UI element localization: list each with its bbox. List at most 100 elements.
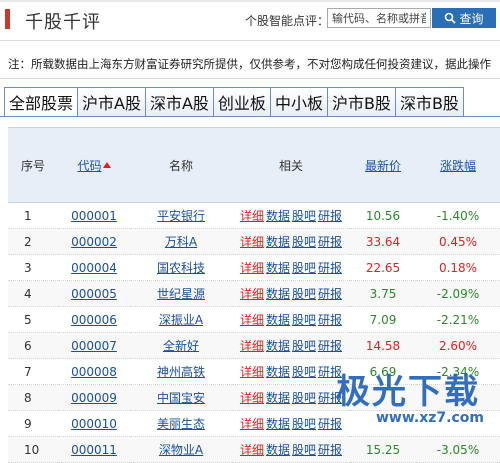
table-row: 7 000008 神州高铁 详细 数据 股吧 研报 6.69 -2.34% <box>8 358 500 385</box>
detail-link[interactable]: 详细 <box>240 209 264 223</box>
forum-link[interactable]: 股吧 <box>292 287 316 301</box>
search-input[interactable] <box>327 8 431 28</box>
data-link[interactable]: 数据 <box>266 417 290 431</box>
stock-name-link[interactable]: 中国宝安 <box>157 391 205 405</box>
header-related: 相关 <box>232 127 350 203</box>
research-link[interactable]: 研报 <box>318 313 342 327</box>
stock-code-link[interactable]: 000001 <box>71 209 117 223</box>
page-header: 千股千评 个股智能点评： 查询 <box>0 0 500 40</box>
detail-link[interactable]: 详细 <box>240 443 264 457</box>
data-link[interactable]: 数据 <box>266 261 290 275</box>
stock-name-link[interactable]: 万科A <box>165 235 197 249</box>
header-divider <box>0 40 500 41</box>
data-link[interactable]: 数据 <box>266 235 290 249</box>
tab-2[interactable]: 深市A股 <box>144 87 213 117</box>
tab-4[interactable]: 中小板 <box>269 87 327 117</box>
forum-link[interactable]: 股吧 <box>292 443 316 457</box>
change-cell <box>416 410 500 437</box>
data-link[interactable]: 数据 <box>266 313 290 327</box>
research-link[interactable]: 研报 <box>318 417 342 431</box>
tab-6[interactable]: 深市B股 <box>394 87 464 117</box>
research-link[interactable]: 研报 <box>318 287 342 301</box>
research-link[interactable]: 研报 <box>318 365 342 379</box>
stock-code-link[interactable]: 000006 <box>71 313 117 327</box>
header-price[interactable]: 最新价 <box>350 127 416 203</box>
research-link[interactable]: 研报 <box>318 235 342 249</box>
related-links: 详细 数据 股吧 研报 <box>232 202 350 229</box>
disclaimer-notice: 注：所载数据由上海东方财富证券研究所提供，仅供参考，不对您构成任何投资建议，据此… <box>8 57 491 71</box>
stock-name-link[interactable]: 深物业A <box>159 443 203 457</box>
stock-name-link[interactable]: 世纪星源 <box>157 287 205 301</box>
search-button[interactable]: 查询 <box>432 8 496 28</box>
tab-5[interactable]: 沪市B股 <box>326 87 395 117</box>
data-link[interactable]: 数据 <box>266 443 290 457</box>
detail-link[interactable]: 详细 <box>240 287 264 301</box>
research-link[interactable]: 研报 <box>318 339 342 353</box>
stock-name-link[interactable]: 全新好 <box>163 339 199 353</box>
detail-link[interactable]: 详细 <box>240 313 264 327</box>
stock-name-cell: 中国宝安 <box>130 384 232 411</box>
row-index: 8 <box>8 384 58 411</box>
stock-code-link[interactable]: 000002 <box>71 235 117 249</box>
stock-code-link[interactable]: 000004 <box>71 261 117 275</box>
related-links: 详细 数据 股吧 研报 <box>232 332 350 359</box>
forum-link[interactable]: 股吧 <box>292 417 316 431</box>
forum-link[interactable]: 股吧 <box>292 391 316 405</box>
forum-link[interactable]: 股吧 <box>292 365 316 379</box>
data-link[interactable]: 数据 <box>266 391 290 405</box>
detail-link[interactable]: 详细 <box>240 391 264 405</box>
row-index: 4 <box>8 280 58 307</box>
table-row: 2 000002 万科A 详细 数据 股吧 研报 33.64 0.45% <box>8 228 500 255</box>
stock-name-cell: 平安银行 <box>130 202 232 229</box>
stock-name-link[interactable]: 深振业A <box>159 313 203 327</box>
tab-1[interactable]: 沪市A股 <box>77 87 145 117</box>
stock-code-link[interactable]: 000007 <box>71 339 117 353</box>
stock-name-cell: 世纪星源 <box>130 280 232 307</box>
research-link[interactable]: 研报 <box>318 443 342 457</box>
data-link[interactable]: 数据 <box>266 365 290 379</box>
related-links: 详细 数据 股吧 研报 <box>232 306 350 333</box>
related-links: 详细 数据 股吧 研报 <box>232 410 350 437</box>
price-cell: 3.75 <box>350 280 416 307</box>
change-cell: -1.40% <box>416 202 500 229</box>
stock-name-link[interactable]: 平安银行 <box>157 209 205 223</box>
stock-code-link[interactable]: 000009 <box>71 391 117 405</box>
forum-link[interactable]: 股吧 <box>292 313 316 327</box>
price-cell: 7.09 <box>350 306 416 333</box>
stock-code-link[interactable]: 000008 <box>71 365 117 379</box>
detail-link[interactable]: 详细 <box>240 235 264 249</box>
stock-code-link[interactable]: 000005 <box>71 287 117 301</box>
tab-0[interactable]: 全部股票 <box>4 87 78 117</box>
forum-link[interactable]: 股吧 <box>292 339 316 353</box>
detail-link[interactable]: 详细 <box>240 339 264 353</box>
related-links: 详细 数据 股吧 研报 <box>232 358 350 385</box>
stock-name-cell: 神州高铁 <box>130 358 232 385</box>
row-index: 3 <box>8 254 58 281</box>
stock-code-cell: 000010 <box>58 410 130 437</box>
stock-code-link[interactable]: 000010 <box>71 417 117 431</box>
data-link[interactable]: 数据 <box>266 287 290 301</box>
tab-3[interactable]: 创业板 <box>212 87 270 117</box>
table-row: 3 000004 国农科技 详细 数据 股吧 研报 22.65 0.18% <box>8 254 500 281</box>
forum-link[interactable]: 股吧 <box>292 209 316 223</box>
stock-name-link[interactable]: 美丽生态 <box>157 417 205 431</box>
data-link[interactable]: 数据 <box>266 209 290 223</box>
header-change[interactable]: 涨跌幅 <box>416 127 500 203</box>
stock-name-link[interactable]: 国农科技 <box>157 261 205 275</box>
forum-link[interactable]: 股吧 <box>292 235 316 249</box>
related-links: 详细 数据 股吧 研报 <box>232 384 350 411</box>
forum-link[interactable]: 股吧 <box>292 261 316 275</box>
research-link[interactable]: 研报 <box>318 261 342 275</box>
title-accent-bar <box>5 9 10 29</box>
stock-code-cell: 000005 <box>58 280 130 307</box>
research-link[interactable]: 研报 <box>318 391 342 405</box>
research-link[interactable]: 研报 <box>318 209 342 223</box>
detail-link[interactable]: 详细 <box>240 365 264 379</box>
price-cell: 6.69 <box>350 358 416 385</box>
header-code[interactable]: 代码 <box>58 127 130 203</box>
data-link[interactable]: 数据 <box>266 339 290 353</box>
detail-link[interactable]: 详细 <box>240 261 264 275</box>
detail-link[interactable]: 详细 <box>240 417 264 431</box>
stock-name-link[interactable]: 神州高铁 <box>157 365 205 379</box>
change-cell: -2.09% <box>416 280 500 307</box>
